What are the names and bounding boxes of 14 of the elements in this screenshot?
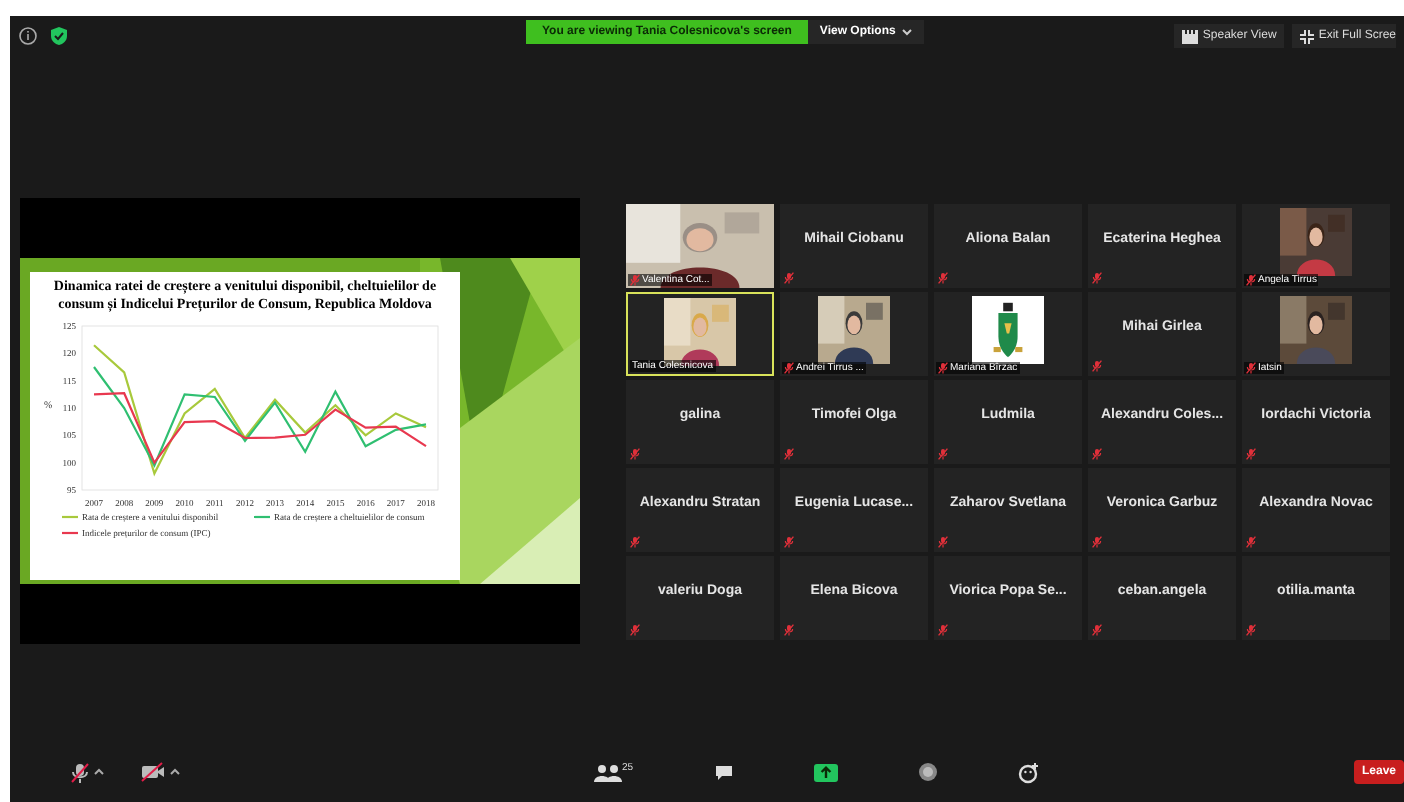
share-screen-icon[interactable] [813,763,838,781]
participants-icon[interactable] [594,763,622,781]
chat-icon[interactable] [713,763,734,781]
caret-icon[interactable] [94,768,104,776]
record-icon[interactable] [917,762,938,782]
grid-icon [1182,29,1199,43]
reactions-icon[interactable] [1017,761,1040,783]
caret-icon [901,28,912,36]
shield-icon[interactable] [50,26,68,46]
caret-icon[interactable] [170,768,180,776]
exit-full-screen-icon [1300,29,1315,43]
camera-off-icon[interactable] [140,762,166,782]
microphone-muted-icon[interactable] [70,761,90,783]
info-icon[interactable] [18,26,38,46]
